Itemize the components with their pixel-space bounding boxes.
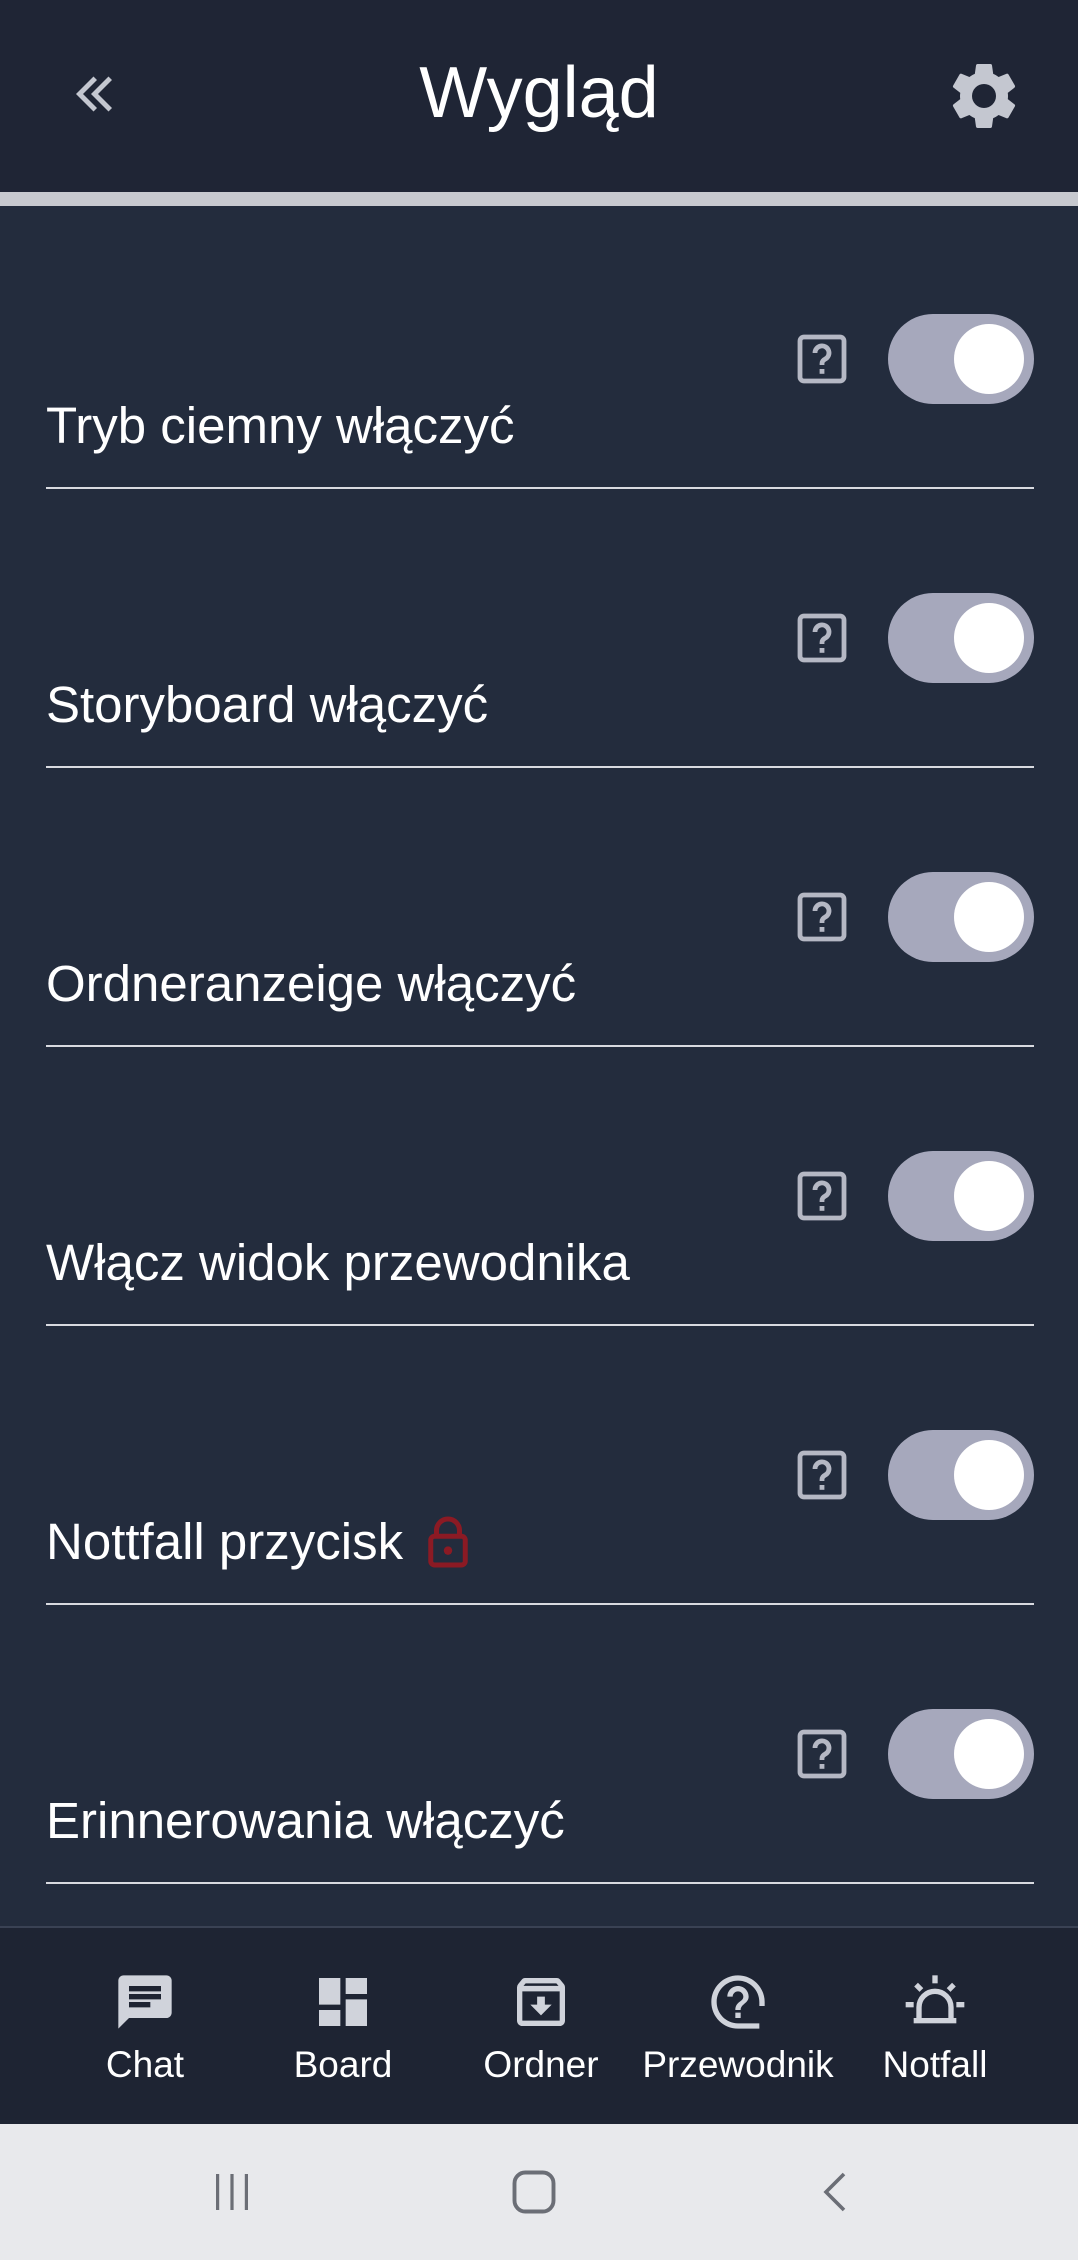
archive-icon (509, 1970, 573, 2034)
nav-ordner[interactable]: Ordner (476, 1928, 606, 2126)
row-divider (46, 1603, 1034, 1605)
home-icon (512, 2170, 556, 2214)
page-title: Wygląd (419, 53, 659, 133)
help-icon[interactable] (796, 333, 848, 385)
folder-view-toggle[interactable] (888, 872, 1034, 962)
app-header: Wygląd (0, 0, 1078, 192)
help-icon[interactable] (796, 891, 848, 943)
settings-button[interactable] (944, 56, 1024, 136)
help-icon[interactable] (796, 1449, 848, 1501)
reminders-toggle[interactable] (888, 1709, 1034, 1799)
toggle-knob (954, 1440, 1024, 1510)
setting-label: Tryb ciemny włączyć (46, 397, 515, 454)
chevron-left-icon (823, 2172, 846, 2212)
dark-mode-toggle[interactable] (888, 314, 1034, 404)
gear-icon (952, 63, 1016, 128)
chat-icon (113, 1970, 177, 2034)
toggle-knob (954, 1719, 1024, 1789)
toggle-knob (954, 1161, 1024, 1231)
nav-przewodnik[interactable]: Przewodnik (638, 1928, 838, 2126)
toggle-knob (954, 324, 1024, 394)
settings-list: Tryb ciemny włączyć Storyboard włączyć O… (0, 206, 1078, 1928)
setting-label: Storyboard włączyć (46, 676, 489, 733)
nav-chat[interactable]: Chat (80, 1928, 210, 2126)
setting-label: Włącz widok przewodnika (46, 1234, 630, 1291)
system-navigation-bar (0, 2124, 1078, 2260)
row-divider (46, 1882, 1034, 1884)
home-button[interactable] (504, 2162, 564, 2222)
nav-label: Ordner (483, 2044, 599, 2085)
back-nav-button[interactable] (806, 2162, 866, 2222)
nav-label: Chat (105, 2044, 185, 2085)
row-divider (46, 766, 1034, 768)
recent-apps-button[interactable] (202, 2162, 262, 2222)
help-circle-icon (706, 1970, 770, 2034)
setting-label: Nottfall przycisk (46, 1402, 471, 1681)
lock-icon (425, 1514, 471, 1570)
nav-notfall[interactable]: Notfall (870, 1928, 1000, 2126)
setting-label: Erinnerowania włączyć (46, 1792, 565, 1849)
nav-label: Board (293, 2044, 393, 2085)
guide-view-toggle[interactable] (888, 1151, 1034, 1241)
help-icon[interactable] (796, 1170, 848, 1222)
toggle-knob (954, 882, 1024, 952)
bottom-navigation: Chat Board Ordner Przewodnik Notfall (0, 1926, 1078, 2126)
row-divider (46, 1324, 1034, 1326)
row-divider (46, 1045, 1034, 1047)
setting-label: Ordneranzeige włączyć (46, 955, 577, 1012)
siren-icon (903, 1970, 967, 2034)
help-icon[interactable] (796, 612, 848, 664)
dashboard-icon (311, 1970, 375, 2034)
emergency-button-toggle[interactable] (888, 1430, 1034, 1520)
nav-label: Notfall (882, 2044, 988, 2085)
nav-label: Przewodnik (642, 2044, 834, 2085)
recent-apps-icon (216, 2174, 248, 2210)
help-icon[interactable] (796, 1728, 848, 1780)
nav-board[interactable]: Board (278, 1928, 408, 2126)
row-divider (46, 487, 1034, 489)
header-divider (0, 192, 1078, 206)
toggle-knob (954, 603, 1024, 673)
storyboard-toggle[interactable] (888, 593, 1034, 683)
